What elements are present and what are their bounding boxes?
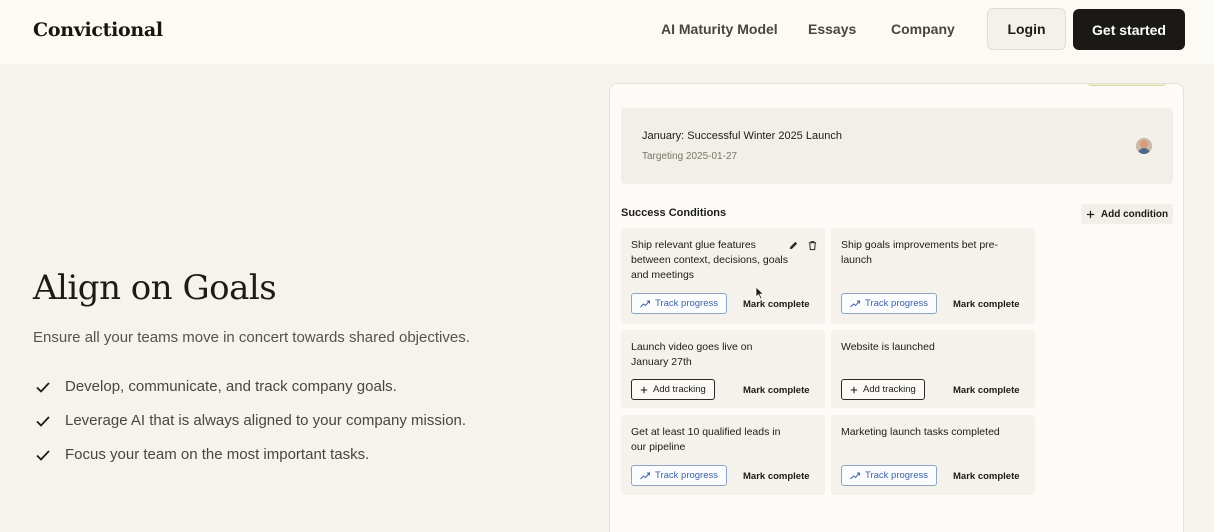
- track-progress-button[interactable]: Track progress: [841, 293, 937, 314]
- track-progress-label: Track progress: [865, 470, 928, 481]
- goal-panel: January: Successful Winter 2025 Launch T…: [609, 83, 1184, 532]
- track-progress-button[interactable]: Track progress: [841, 465, 937, 486]
- bullet-item: Focus your team on the most important ta…: [35, 446, 369, 463]
- condition-card: Ship goals improvements bet pre-launch T…: [831, 228, 1035, 324]
- cursor-icon: [755, 286, 765, 300]
- plus-icon: [850, 386, 858, 393]
- track-progress-label: Track progress: [655, 470, 718, 481]
- track-progress-button[interactable]: Track progress: [631, 465, 727, 486]
- bullet-text: Focus your team on the most important ta…: [65, 446, 370, 463]
- bullet-item: Leverage AI that is always aligned to yo…: [35, 412, 466, 429]
- trend-icon: [850, 300, 860, 307]
- add-tracking-button[interactable]: Add tracking: [631, 379, 715, 400]
- goal-card[interactable]: January: Successful Winter 2025 Launch T…: [621, 108, 1173, 184]
- mark-complete-button[interactable]: Mark complete: [743, 299, 810, 310]
- condition-card: Marketing launch tasks completed Track p…: [831, 415, 1035, 495]
- condition-text: Ship relevant glue features between cont…: [631, 239, 789, 281]
- goal-target-date: Targeting 2025-01-27: [642, 151, 738, 162]
- add-condition-button[interactable]: Add condition: [1081, 204, 1173, 224]
- nav-company[interactable]: Company: [891, 21, 955, 37]
- mark-complete-button[interactable]: Mark complete: [953, 385, 1020, 396]
- condition-text: Ship goals improvements bet pre-launch: [841, 239, 998, 266]
- add-tracking-label: Add tracking: [863, 384, 916, 395]
- condition-card: Launch video goes live on January 27th A…: [621, 330, 825, 408]
- success-conditions-heading: Success Conditions: [621, 207, 727, 219]
- trend-icon: [640, 300, 650, 307]
- avatar[interactable]: [1136, 138, 1152, 154]
- condition-text: Launch video goes live on January 27th: [631, 341, 753, 368]
- bullet-text: Leverage AI that is always aligned to yo…: [65, 412, 467, 429]
- plus-icon: [1086, 210, 1094, 218]
- condition-tools: [788, 240, 818, 251]
- panel-tab: [1088, 84, 1166, 86]
- check-icon: [36, 381, 50, 393]
- hero-title: Align on Goals: [33, 268, 277, 308]
- plus-icon: [640, 386, 648, 393]
- nav-essays[interactable]: Essays: [808, 21, 856, 37]
- login-button[interactable]: Login: [987, 8, 1066, 50]
- site-header: Convictional AI Maturity Model Essays Co…: [0, 0, 1214, 64]
- add-tracking-button[interactable]: Add tracking: [841, 379, 925, 400]
- mark-complete-button[interactable]: Mark complete: [743, 385, 810, 396]
- add-tracking-label: Add tracking: [653, 384, 706, 395]
- track-progress-label: Track progress: [655, 298, 718, 309]
- trend-icon: [640, 472, 650, 479]
- pencil-icon[interactable]: [788, 240, 799, 251]
- mark-complete-button[interactable]: Mark complete: [953, 299, 1020, 310]
- check-icon: [36, 415, 50, 427]
- mark-complete-button[interactable]: Mark complete: [743, 471, 810, 482]
- bullet-item: Develop, communicate, and track company …: [35, 378, 397, 395]
- trash-icon[interactable]: [807, 240, 818, 251]
- condition-card: Website is launched Add tracking Mark co…: [831, 330, 1035, 408]
- condition-text: Marketing launch tasks completed: [841, 426, 1000, 438]
- condition-text: Website is launched: [841, 341, 935, 353]
- add-condition-label: Add condition: [1100, 208, 1169, 220]
- trend-icon: [850, 472, 860, 479]
- nav-ai-maturity-model[interactable]: AI Maturity Model: [661, 21, 778, 37]
- condition-card: Get at least 10 qualified leads in our p…: [621, 415, 825, 495]
- track-progress-button[interactable]: Track progress: [631, 293, 727, 314]
- goal-title: January: Successful Winter 2025 Launch: [642, 130, 842, 142]
- get-started-button[interactable]: Get started: [1073, 9, 1185, 50]
- check-icon: [36, 449, 50, 461]
- condition-text: Get at least 10 qualified leads in our p…: [631, 426, 781, 453]
- bullet-text: Develop, communicate, and track company …: [65, 378, 397, 395]
- logo[interactable]: Convictional: [33, 19, 163, 41]
- condition-card: Ship relevant glue features between cont…: [621, 228, 825, 324]
- track-progress-label: Track progress: [865, 298, 928, 309]
- mark-complete-button[interactable]: Mark complete: [953, 471, 1020, 482]
- hero-subtitle: Ensure all your teams move in concert to…: [33, 329, 470, 346]
